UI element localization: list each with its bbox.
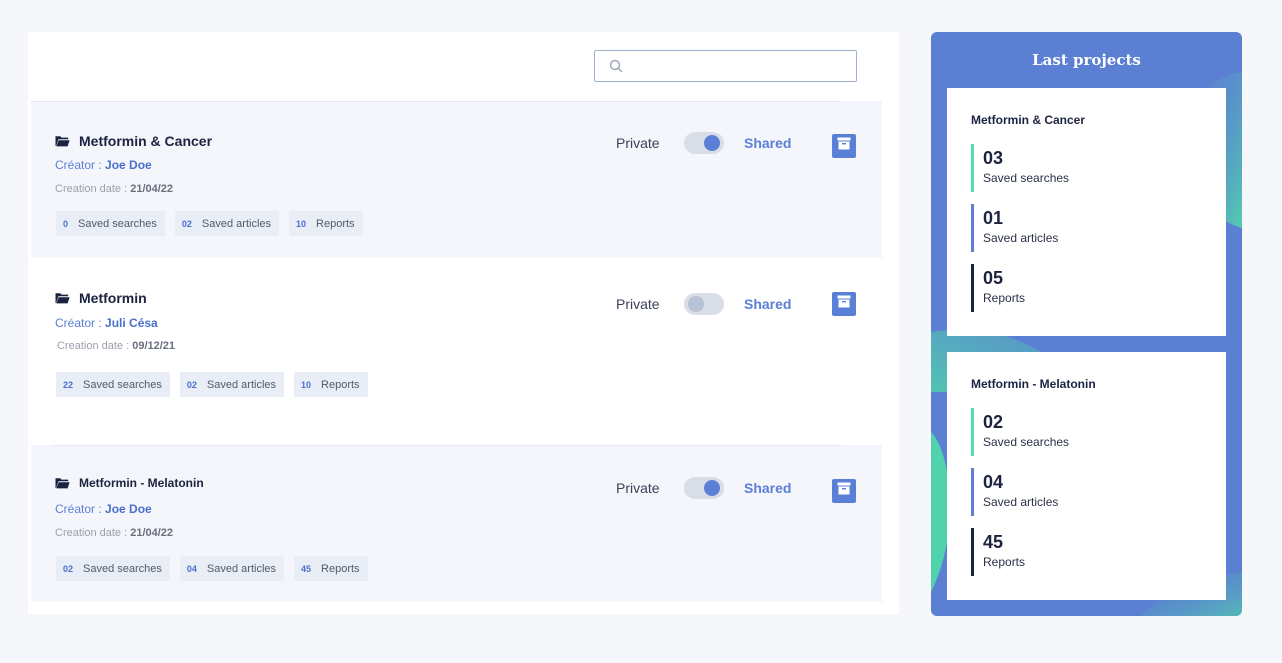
archive-icon [837,137,851,155]
archive-icon [837,295,851,313]
summary-card[interactable]: Metformin - Melatonin 02 Saved searches … [947,352,1226,600]
project-card[interactable]: Metformin & Cancer Créator : Joe Doe Cre… [31,101,882,258]
chip-reports[interactable]: 10 Reports [289,211,363,236]
stat-saved-searches: 02 Saved searches [971,408,1069,456]
chip-saved-articles[interactable]: 02 Saved articles [174,211,280,236]
project-title[interactable]: Metformin & Cancer [79,133,212,149]
privacy-switch: Private Shared [616,132,791,154]
archive-button[interactable] [832,479,856,503]
project-stats: 02 Saved searches 04 Saved articles 45 Repo… [56,556,368,581]
stat-saved-searches: 03 Saved searches [971,144,1069,192]
search-input[interactable] [623,51,856,81]
project-stats: 22 Saved searches 02 Saved articles 10 Repo… [56,372,368,397]
privacy-switch: Private Shared [616,293,791,315]
shared-label: Shared [744,135,792,151]
project-card[interactable]: Metformin - Melatonin Créator : Joe Doe … [31,445,882,602]
chip-saved-searches[interactable]: 0 Saved searches [56,211,165,236]
stat-saved-articles: 01 Saved articles [971,204,1058,252]
private-label: Private [616,135,660,151]
toggle-knob [704,480,720,496]
project-title-row: Metformin & Cancer [55,133,212,149]
folder-icon [55,135,70,147]
summary-card[interactable]: Metformin & Cancer 03 Saved searches 01 … [947,88,1226,336]
stat-reports: 45 Reports [971,528,1025,576]
folder-icon [55,292,70,304]
chip-saved-searches[interactable]: 22 Saved searches [56,372,170,397]
summary-title: Metformin & Cancer [971,113,1086,127]
shared-label: Shared [744,296,792,312]
chip-reports[interactable]: 10 Reports [294,372,368,397]
toggle-knob [688,296,704,312]
project-date: Creation date : 21/04/22 [55,527,174,539]
chip-saved-articles[interactable]: 04 Saved articles [179,556,285,581]
project-stats: 0 Saved searches 02 Saved articles 10 Repor… [56,211,363,236]
creator-name[interactable]: Juli Césa [105,316,158,330]
last-projects-panel: Last projects Metformin & Cancer 03 Save… [931,32,1242,616]
archive-button[interactable] [832,292,856,316]
project-date: Creation date : 21/04/22 [55,183,174,195]
project-card[interactable]: Metformin Créator : Juli Césa Creation d… [31,258,882,444]
project-creator: Créator : Juli Césa [55,316,158,330]
share-toggle[interactable] [684,477,724,499]
private-label: Private [616,296,660,312]
summary-title: Metformin - Melatonin [971,377,1096,391]
private-label: Private [616,480,660,496]
chip-saved-searches[interactable]: 02 Saved searches [56,556,170,581]
project-title[interactable]: Metformin - Melatonin [79,476,204,490]
panel-title: Last projects [1032,51,1141,69]
chip-reports[interactable]: 45 Reports [294,556,368,581]
project-title[interactable]: Metformin [79,290,147,306]
share-toggle[interactable] [684,293,724,315]
project-date: Creation date : 09/12/21 [57,340,176,352]
shared-label: Shared [744,480,792,496]
search-icon [609,59,623,73]
chip-saved-articles[interactable]: 02 Saved articles [179,372,285,397]
project-title-row: Metformin [55,290,147,306]
project-creator: Créator : Joe Doe [55,502,152,516]
privacy-switch: Private Shared [616,477,791,499]
stat-reports: 05 Reports [971,264,1025,312]
creator-name[interactable]: Joe Doe [105,158,152,172]
archive-button[interactable] [832,134,856,158]
project-title-row: Metformin - Melatonin [55,476,204,490]
share-toggle[interactable] [684,132,724,154]
projects-panel: Metformin & Cancer Créator : Joe Doe Cre… [28,32,899,614]
folder-icon [55,477,70,489]
search-box[interactable] [594,50,857,82]
stat-saved-articles: 04 Saved articles [971,468,1058,516]
toggle-knob [704,135,720,151]
archive-icon [837,482,851,500]
project-creator: Créator : Joe Doe [55,158,152,172]
creator-name[interactable]: Joe Doe [105,502,152,516]
